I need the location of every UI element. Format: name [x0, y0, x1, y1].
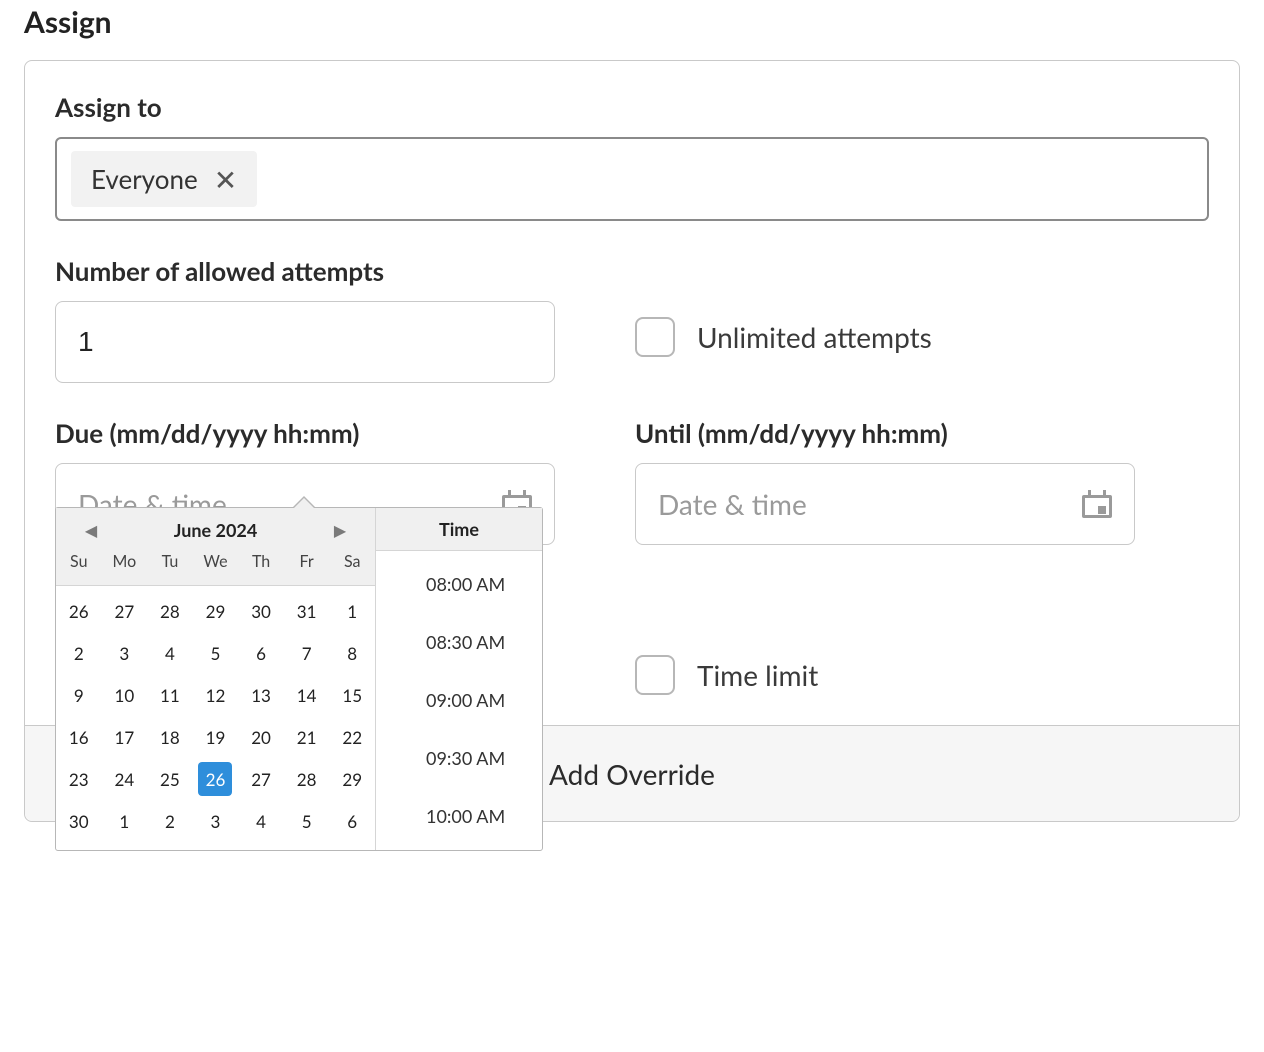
calendar-pane: ◀ June 2024 ▶ SuMoTuWeThFrSa 26272829303… [56, 508, 376, 850]
calendar-day[interactable]: 4 [147, 632, 193, 674]
calendar-day[interactable]: 31 [284, 590, 330, 632]
calendar-day[interactable]: 1 [329, 590, 375, 632]
calendar-day[interactable]: 23 [56, 758, 102, 800]
calendar-day[interactable]: 2 [56, 632, 102, 674]
calendar-day[interactable]: 22 [329, 716, 375, 758]
assignee-tag[interactable]: Everyone ✕ [71, 151, 257, 207]
attempts-input[interactable] [55, 301, 555, 383]
calendar-day[interactable]: 25 [147, 758, 193, 800]
calendar-day[interactable]: 30 [56, 800, 102, 842]
calendar-day[interactable]: 8 [329, 632, 375, 674]
calendar-day[interactable]: 21 [284, 716, 330, 758]
calendar-day[interactable]: 26 [193, 758, 239, 800]
calendar-day[interactable]: 29 [193, 590, 239, 632]
calendar-day[interactable]: 27 [102, 590, 148, 632]
calendar-day[interactable]: 20 [238, 716, 284, 758]
assign-to-label: Assign to [55, 91, 1209, 123]
calendar-day[interactable]: 11 [147, 674, 193, 716]
calendar-day[interactable]: 19 [193, 716, 239, 758]
calendar-day[interactable]: 14 [284, 674, 330, 716]
time-option[interactable]: 09:00 AM [376, 671, 542, 729]
calendar-day[interactable]: 6 [329, 800, 375, 842]
assign-card: Assign to Everyone ✕ Number of allowed a… [24, 60, 1240, 822]
calendar-day[interactable]: 3 [193, 800, 239, 842]
calendar-day[interactable]: 26 [56, 590, 102, 632]
calendar-dow: Sa [329, 548, 375, 575]
until-label: Until (mm/dd/yyyy hh:mm) [635, 417, 1209, 449]
unlimited-attempts-label: Unlimited attempts [697, 320, 932, 354]
calendar-day[interactable]: 5 [284, 800, 330, 842]
time-option[interactable]: 10:00 AM [376, 787, 542, 845]
calendar-day[interactable]: 1 [102, 800, 148, 842]
assignee-tag-label: Everyone [91, 163, 198, 195]
calendar-day[interactable]: 24 [102, 758, 148, 800]
calendar-day[interactable]: 9 [56, 674, 102, 716]
calendar-dow: Mo [102, 548, 148, 575]
attempts-label: Number of allowed attempts [55, 255, 595, 287]
calendar-day[interactable]: 18 [147, 716, 193, 758]
calendar-day[interactable]: 30 [238, 590, 284, 632]
calendar-day[interactable]: 4 [238, 800, 284, 842]
calendar-day[interactable]: 6 [238, 632, 284, 674]
until-date-input[interactable]: Date & time [635, 463, 1135, 545]
time-limit-label: Time limit [697, 658, 818, 692]
calendar-dow: Th [238, 548, 284, 575]
calendar-day[interactable]: 27 [238, 758, 284, 800]
next-month-button[interactable]: ▶ [331, 518, 349, 542]
unlimited-attempts-checkbox[interactable] [635, 317, 675, 357]
calendar-day[interactable]: 16 [56, 716, 102, 758]
calendar-day[interactable]: 13 [238, 674, 284, 716]
calendar-month-title: June 2024 [174, 519, 258, 541]
assign-to-input[interactable]: Everyone ✕ [55, 137, 1209, 221]
section-title: Assign [24, 4, 1240, 40]
add-override-label: Add Override [549, 757, 715, 791]
calendar-dow: Fr [284, 548, 330, 575]
time-option[interactable]: 08:00 AM [376, 555, 542, 613]
calendar-day[interactable]: 29 [329, 758, 375, 800]
calendar-day[interactable]: 17 [102, 716, 148, 758]
calendar-dow: We [193, 548, 239, 575]
calendar-day[interactable]: 15 [329, 674, 375, 716]
calendar-icon[interactable] [1082, 490, 1112, 518]
until-date-placeholder: Date & time [658, 487, 807, 521]
calendar-day[interactable]: 28 [147, 590, 193, 632]
calendar-dow: Su [56, 548, 102, 575]
close-icon[interactable]: ✕ [214, 165, 237, 193]
datepicker-popover: ◀ June 2024 ▶ SuMoTuWeThFrSa 26272829303… [55, 507, 543, 851]
calendar-day[interactable]: 7 [284, 632, 330, 674]
time-header: Time [376, 508, 542, 551]
calendar-day[interactable]: 2 [147, 800, 193, 842]
time-option[interactable]: 08:30 AM [376, 613, 542, 671]
time-limit-checkbox[interactable] [635, 655, 675, 695]
calendar-day[interactable]: 12 [193, 674, 239, 716]
calendar-day[interactable]: 28 [284, 758, 330, 800]
calendar-dow: Tu [147, 548, 193, 575]
calendar-day[interactable]: 3 [102, 632, 148, 674]
calendar-day[interactable]: 5 [193, 632, 239, 674]
time-option[interactable]: 09:30 AM [376, 729, 542, 787]
calendar-day[interactable]: 10 [102, 674, 148, 716]
due-label: Due (mm/dd/yyyy hh:mm) [55, 417, 595, 449]
prev-month-button[interactable]: ◀ [82, 518, 100, 542]
